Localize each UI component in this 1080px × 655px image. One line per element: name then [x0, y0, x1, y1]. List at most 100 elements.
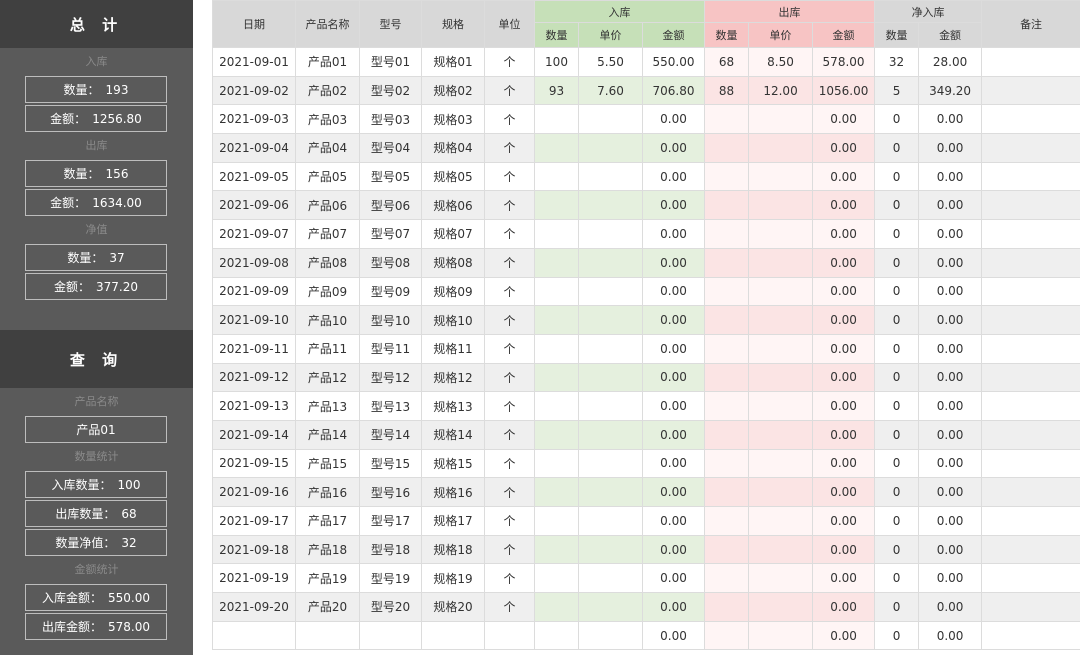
cell-in-price[interactable] — [578, 104, 643, 135]
cell-remark[interactable] — [981, 362, 1080, 393]
cell-in-qty[interactable] — [534, 276, 579, 307]
cell-remark[interactable] — [981, 563, 1080, 594]
cell-in-qty[interactable] — [534, 305, 579, 335]
cell-in-price[interactable] — [578, 592, 643, 622]
cell-remark[interactable] — [981, 190, 1080, 221]
cell-in-price[interactable] — [578, 161, 643, 192]
cell-out-qty[interactable] — [704, 190, 750, 221]
cell-in-price[interactable] — [578, 563, 643, 594]
product-name-input[interactable]: 产品01 — [25, 416, 167, 443]
cell-out-qty[interactable] — [704, 534, 750, 565]
cell-remark[interactable] — [981, 477, 1080, 507]
cell-out-price[interactable] — [748, 391, 814, 421]
cell-remark[interactable] — [981, 506, 1080, 536]
cell-out-price[interactable] — [748, 506, 814, 536]
cell-out-qty[interactable] — [704, 247, 750, 278]
cell-in-price[interactable] — [578, 190, 643, 221]
cell-in-price[interactable] — [578, 620, 643, 651]
cell-out-qty[interactable] — [704, 448, 750, 479]
cell-in-price[interactable] — [578, 534, 643, 565]
cell-in-price[interactable] — [578, 391, 643, 421]
cell-out-price[interactable] — [748, 419, 814, 450]
cell-out-qty[interactable] — [704, 620, 750, 651]
cell-out-price[interactable] — [748, 534, 814, 565]
cell-in-price[interactable] — [578, 247, 643, 278]
cell-in-price[interactable] — [578, 506, 643, 536]
cell-out-price[interactable] — [748, 133, 814, 163]
cell-remark[interactable] — [981, 534, 1080, 565]
cell-out-price[interactable] — [748, 477, 814, 507]
cell-in-qty[interactable] — [534, 506, 579, 536]
cell-out-price[interactable] — [748, 161, 814, 192]
cell-remark[interactable] — [981, 161, 1080, 192]
cell-in-qty[interactable] — [534, 419, 579, 450]
cell-out-qty[interactable] — [704, 391, 750, 421]
cell-in-qty[interactable] — [534, 190, 579, 221]
cell-remark[interactable] — [981, 620, 1080, 651]
cell-out-qty[interactable] — [704, 133, 750, 163]
cell-in-qty[interactable] — [534, 534, 579, 565]
cell-out-qty[interactable] — [704, 563, 750, 594]
cell-out-price[interactable] — [748, 448, 814, 479]
cell-in-price[interactable] — [578, 219, 643, 249]
cell-in-qty[interactable] — [534, 104, 579, 135]
cell-in-qty[interactable] — [534, 247, 579, 278]
cell-in-qty[interactable] — [534, 219, 579, 249]
cell-out-qty[interactable] — [704, 477, 750, 507]
cell-remark[interactable] — [981, 305, 1080, 335]
cell-out-qty[interactable] — [704, 362, 750, 393]
cell-in-qty[interactable] — [534, 391, 579, 421]
cell-out-qty[interactable] — [704, 592, 750, 622]
cell-in-qty[interactable] — [534, 362, 579, 393]
cell-remark[interactable] — [981, 592, 1080, 622]
cell-in-price[interactable] — [578, 477, 643, 507]
cell-in-price[interactable] — [578, 419, 643, 450]
cell-out-price[interactable]: 8.50 — [748, 47, 814, 77]
cell-out-qty[interactable] — [704, 104, 750, 135]
cell-remark[interactable] — [981, 133, 1080, 163]
cell-remark[interactable] — [981, 276, 1080, 307]
cell-in-price[interactable]: 7.60 — [578, 75, 643, 106]
cell-in-price[interactable] — [578, 133, 643, 163]
cell-in-price[interactable] — [578, 362, 643, 393]
cell-out-qty[interactable] — [704, 219, 750, 249]
cell-remark[interactable] — [981, 219, 1080, 249]
cell-in-qty[interactable] — [534, 477, 579, 507]
cell-out-price[interactable] — [748, 620, 814, 651]
cell-in-qty[interactable] — [534, 592, 579, 622]
cell-remark[interactable] — [981, 333, 1080, 364]
cell-out-qty[interactable]: 88 — [704, 75, 750, 106]
cell-in-qty[interactable] — [534, 133, 579, 163]
cell-in-price[interactable] — [578, 333, 643, 364]
cell-in-qty[interactable] — [534, 448, 579, 479]
cell-out-price[interactable] — [748, 247, 814, 278]
cell-in-qty[interactable]: 100 — [534, 47, 579, 77]
cell-in-price[interactable] — [578, 305, 643, 335]
cell-in-price[interactable] — [578, 448, 643, 479]
cell-out-qty[interactable] — [704, 305, 750, 335]
cell-out-qty[interactable] — [704, 276, 750, 307]
cell-in-qty[interactable] — [534, 333, 579, 364]
cell-remark[interactable] — [981, 391, 1080, 421]
cell-in-qty[interactable]: 93 — [534, 75, 579, 106]
cell-out-price[interactable] — [748, 563, 814, 594]
cell-out-price[interactable] — [748, 190, 814, 221]
cell-out-price[interactable] — [748, 305, 814, 335]
cell-out-qty[interactable] — [704, 161, 750, 192]
cell-out-price[interactable] — [748, 592, 814, 622]
cell-out-price[interactable] — [748, 276, 814, 307]
cell-remark[interactable] — [981, 419, 1080, 450]
cell-remark[interactable] — [981, 75, 1080, 106]
cell-out-price[interactable]: 12.00 — [748, 75, 814, 106]
cell-in-price[interactable] — [578, 276, 643, 307]
cell-out-price[interactable] — [748, 362, 814, 393]
cell-in-qty[interactable] — [534, 620, 579, 651]
cell-out-price[interactable] — [748, 333, 814, 364]
cell-out-qty[interactable] — [704, 506, 750, 536]
cell-out-qty[interactable] — [704, 333, 750, 364]
cell-out-price[interactable] — [748, 104, 814, 135]
cell-remark[interactable] — [981, 104, 1080, 135]
cell-out-qty[interactable]: 68 — [704, 47, 750, 77]
cell-out-price[interactable] — [748, 219, 814, 249]
cell-in-qty[interactable] — [534, 563, 579, 594]
